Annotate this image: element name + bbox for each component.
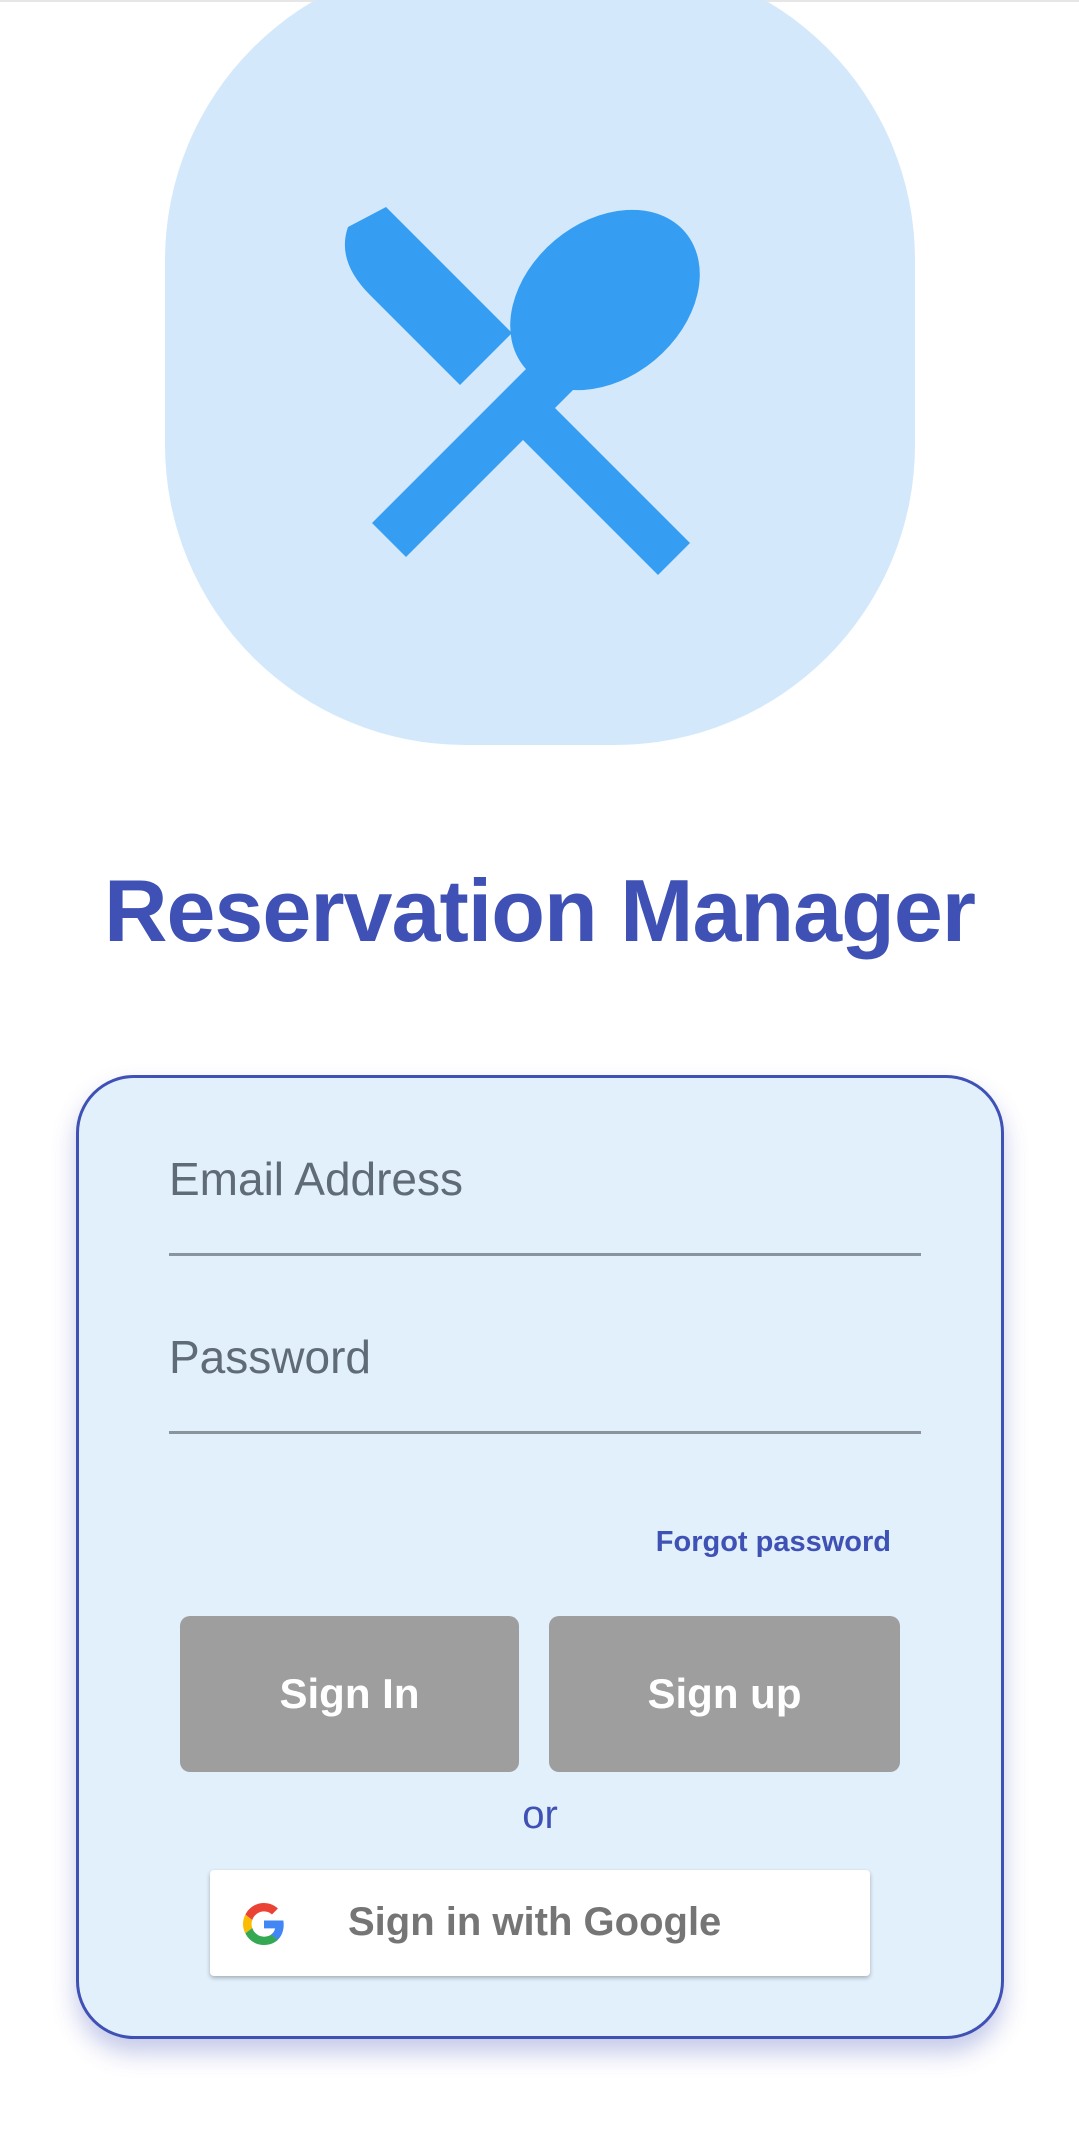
restaurant-icon bbox=[344, 207, 700, 575]
forgot-password-link[interactable]: Forgot password bbox=[656, 1526, 891, 1559]
google-sign-in-label: Sign in with Google bbox=[348, 1900, 722, 1944]
google-g-icon bbox=[243, 1903, 284, 1945]
email-field[interactable]: Email Address bbox=[169, 1136, 921, 1256]
password-field[interactable]: Password bbox=[169, 1314, 921, 1434]
login-screen: Reservation Manager Email Address Passwo… bbox=[0, 0, 1079, 2135]
app-title: Reservation Manager bbox=[103, 861, 976, 960]
login-card: Email Address Password Forgot password S… bbox=[76, 1075, 1004, 2039]
google-sign-in-button[interactable]: Sign in with Google bbox=[210, 1870, 870, 1976]
password-input[interactable] bbox=[169, 1374, 921, 1424]
sign-in-button[interactable]: Sign In bbox=[180, 1616, 519, 1772]
email-input[interactable] bbox=[169, 1196, 921, 1246]
sign-up-button[interactable]: Sign up bbox=[549, 1616, 900, 1772]
or-divider-text: or bbox=[522, 1793, 558, 1837]
